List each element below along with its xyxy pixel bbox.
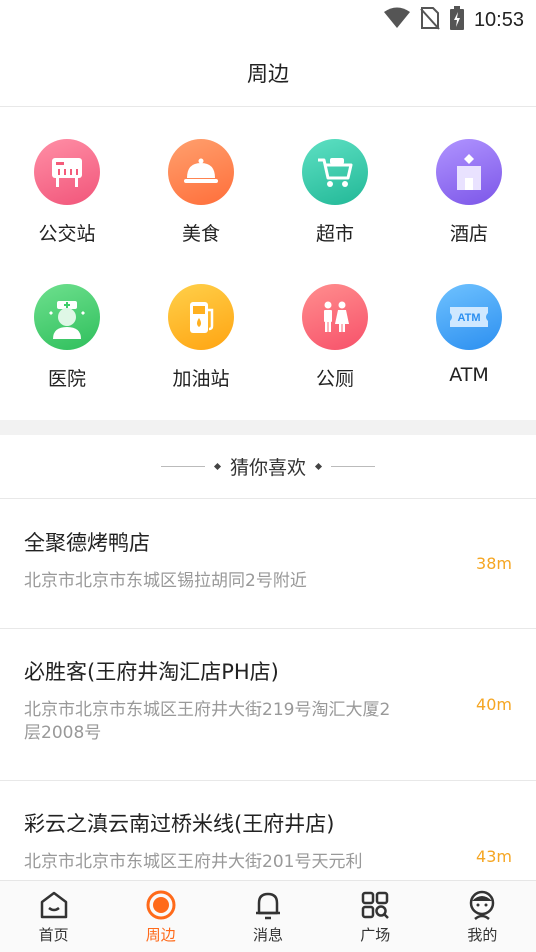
- tab-messages[interactable]: 消息: [214, 881, 321, 952]
- tab-label: 广场: [360, 925, 391, 944]
- page-title: 周边: [247, 62, 289, 86]
- svg-text:ATM: ATM: [457, 312, 480, 324]
- category-supermarket[interactable]: 超市: [268, 139, 402, 246]
- category-label: 酒店: [449, 223, 488, 245]
- place-address: 北京市北京市东城区王府井大街219号淘汇大厦2层2008号: [24, 700, 391, 743]
- shopping-cart-icon: [302, 139, 368, 205]
- category-atm[interactable]: ATM ATM: [402, 284, 536, 386]
- gas-pump-icon: [168, 284, 234, 350]
- tab-profile[interactable]: 我的: [429, 881, 536, 952]
- category-label: 超市: [315, 223, 354, 245]
- status-bar: 10:53: [0, 0, 536, 40]
- places-list: 全聚德烤鸭店 北京市北京市东城区锡拉胡同2号附近 38m 必胜客(王府井淘汇店P…: [0, 500, 536, 911]
- category-gas-station[interactable]: 加油站: [134, 284, 268, 391]
- bottom-tab-bar: 首页 周边 消息 广场 我的: [0, 880, 536, 952]
- profile-icon: [466, 889, 498, 921]
- place-name: 必胜客(王府井淘汇店PH店): [24, 660, 279, 684]
- category-grid: 公交站 美食 超市 酒店 医院 加油站 公厕 ATM ATM: [0, 108, 536, 420]
- place-distance: 38m: [476, 554, 512, 573]
- restroom-icon: [302, 284, 368, 350]
- tab-home[interactable]: 首页: [0, 881, 107, 952]
- status-icons: 10:53: [383, 6, 524, 34]
- tab-square[interactable]: 广场: [322, 881, 429, 952]
- category-restroom[interactable]: 公厕: [268, 284, 402, 391]
- place-item[interactable]: 全聚德烤鸭店 北京市北京市东城区锡拉胡同2号附近 38m: [0, 500, 536, 629]
- bus-stop-icon: [34, 139, 100, 205]
- divider-line: [160, 466, 205, 467]
- category-food[interactable]: 美食: [134, 139, 268, 246]
- section-divider: [0, 420, 536, 435]
- nearby-target-icon: [145, 889, 177, 921]
- hotel-building-icon: [436, 139, 502, 205]
- page-header: 周边: [0, 40, 536, 107]
- place-distance: 40m: [476, 695, 512, 714]
- divider-line: [331, 466, 375, 467]
- category-label: 医院: [47, 368, 86, 390]
- bell-icon: [252, 889, 284, 921]
- category-label: ATM: [449, 364, 489, 386]
- category-label: 公厕: [315, 368, 354, 390]
- tab-label: 周边: [145, 925, 176, 944]
- place-item[interactable]: 必胜客(王府井淘汇店PH店) 北京市北京市东城区王府井大街219号淘汇大厦2层2…: [0, 629, 536, 781]
- place-name: 全聚德烤鸭店: [24, 531, 150, 555]
- tab-label: 消息: [253, 925, 284, 944]
- place-distance: 43m: [476, 847, 512, 866]
- category-label: 美食: [181, 223, 220, 245]
- tab-label: 首页: [38, 925, 69, 944]
- place-address: 北京市北京市东城区王府井大街201号天元利: [24, 852, 363, 872]
- category-hospital[interactable]: 医院: [0, 284, 134, 391]
- recommend-title: 猜你喜欢: [229, 457, 306, 479]
- home-icon: [38, 889, 70, 921]
- diamond-icon: [314, 462, 323, 471]
- battery-charging-icon: [449, 6, 464, 34]
- diamond-icon: [213, 462, 222, 471]
- recommend-header: 猜你喜欢: [0, 435, 536, 499]
- category-label: 公交站: [38, 223, 96, 245]
- wifi-icon: [383, 7, 410, 33]
- place-name: 彩云之滇云南过桥米线(王府井店): [24, 812, 335, 836]
- category-bus-stop[interactable]: 公交站: [0, 139, 134, 246]
- tab-label: 我的: [467, 925, 498, 944]
- category-label: 加油站: [172, 368, 230, 390]
- food-cloche-icon: [168, 139, 234, 205]
- status-time: 10:53: [473, 8, 524, 31]
- doctor-icon: [34, 284, 100, 350]
- grid-search-icon: [359, 889, 391, 921]
- place-address: 北京市北京市东城区锡拉胡同2号附近: [24, 571, 307, 591]
- atm-icon: ATM: [436, 284, 502, 350]
- category-hotel[interactable]: 酒店: [402, 139, 536, 246]
- tab-nearby[interactable]: 周边: [107, 881, 214, 952]
- no-sim-icon: [420, 6, 440, 34]
